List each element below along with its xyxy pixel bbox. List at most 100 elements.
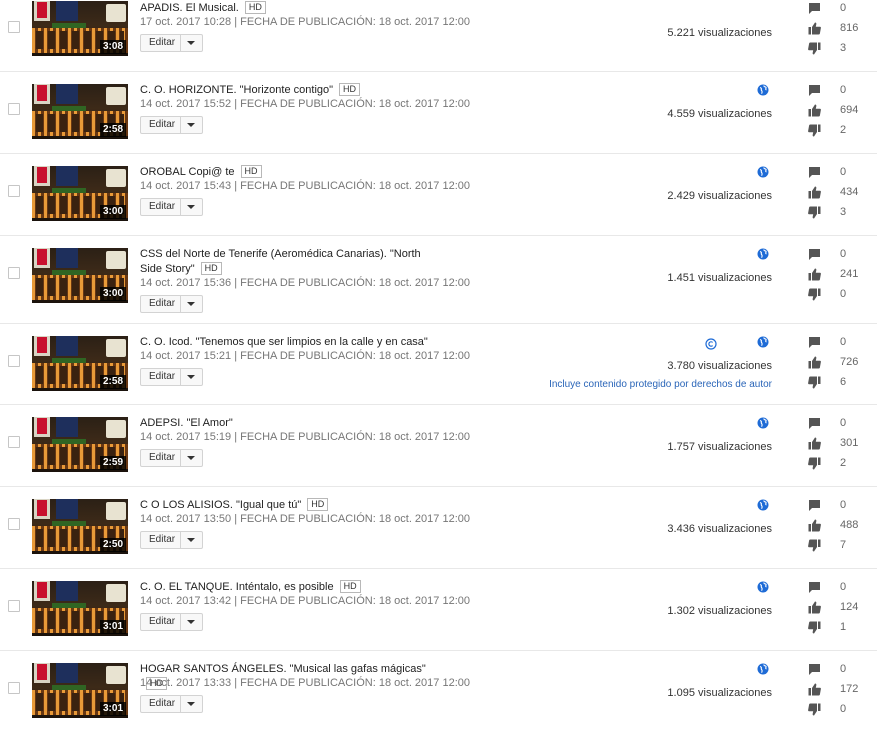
video-duration: 2:59: [99, 456, 126, 470]
video-thumbnail[interactable]: 3:01: [32, 663, 128, 718]
select-checkbox[interactable]: [8, 682, 20, 694]
like-count: 301: [840, 437, 859, 449]
thumbs-up-icon: [808, 601, 821, 614]
select-checkbox[interactable]: [8, 185, 20, 197]
comment-icon: [808, 248, 821, 261]
globe-icon[interactable]: [757, 165, 769, 178]
video-thumbnail[interactable]: 2:58: [32, 84, 128, 139]
thumbs-up-icon: [808, 683, 821, 696]
video-title-text[interactable]: C O LOS ALISIOS. "Igual que tú": [140, 499, 301, 511]
video-title[interactable]: APADIS. El Musical. HD: [140, 1, 440, 16]
globe-icon[interactable]: [757, 498, 769, 511]
select-checkbox[interactable]: [8, 600, 20, 612]
edit-button[interactable]: Editar: [140, 695, 203, 713]
video-title[interactable]: C. O. HORIZONTE. "Horizonte contigo" HD: [140, 83, 440, 98]
video-title-text[interactable]: APADIS. El Musical.: [140, 2, 239, 14]
hd-badge: HD: [240, 165, 262, 178]
video-title-text[interactable]: C. O. EL TANQUE. Inténtalo, es posible: [140, 581, 334, 593]
edit-button-divider: [180, 450, 181, 466]
caret-down-icon[interactable]: [187, 620, 195, 624]
select-checkbox[interactable]: [8, 518, 20, 530]
video-title[interactable]: C O LOS ALISIOS. "Igual que tú" HD: [140, 498, 440, 513]
edit-button[interactable]: Editar: [140, 295, 203, 313]
video-title-text[interactable]: CSS del Norte de Tenerife (Aeromédica Ca…: [140, 248, 421, 275]
edit-button[interactable]: Editar: [140, 449, 203, 467]
video-title[interactable]: CSS del Norte de Tenerife (Aeromédica Ca…: [140, 247, 440, 277]
video-title[interactable]: C. O. EL TANQUE. Inténtalo, es posible HD: [140, 580, 440, 595]
video-duration: 2:58: [99, 375, 126, 389]
video-title-text[interactable]: ADEPSI. "El Amor": [140, 417, 233, 429]
caret-down-icon[interactable]: [187, 302, 195, 306]
edit-button[interactable]: Editar: [140, 368, 203, 386]
video-row: 2:58 C. O. Icod. "Tenemos que ser limpios…: [0, 324, 877, 405]
caret-down-icon[interactable]: [187, 205, 195, 209]
globe-icon[interactable]: [757, 247, 769, 260]
thumbs-up-icon: [808, 356, 821, 369]
dislike-count: 2: [840, 124, 847, 136]
copyright-icon[interactable]: [705, 337, 717, 350]
caret-down-icon[interactable]: [187, 375, 195, 379]
comment-icon: [808, 663, 821, 676]
globe-icon[interactable]: [757, 662, 769, 675]
edit-button-label: Editar: [149, 534, 176, 545]
caret-down-icon[interactable]: [187, 41, 195, 45]
caret-down-icon[interactable]: [187, 123, 195, 127]
view-count: 1.451 visualizaciones: [667, 272, 772, 284]
video-thumbnail[interactable]: 3:01: [32, 581, 128, 636]
globe-icon[interactable]: [757, 83, 769, 96]
edit-button[interactable]: Editar: [140, 613, 203, 631]
video-title-text[interactable]: OROBAL Copi@ te: [140, 166, 235, 178]
globe-icon[interactable]: [757, 416, 769, 429]
edit-button-divider: [180, 369, 181, 385]
video-thumbnail[interactable]: 2:59: [32, 417, 128, 472]
globe-icon[interactable]: [757, 335, 769, 348]
hd-badge: HD: [244, 1, 266, 14]
edit-button-label: Editar: [149, 698, 176, 709]
select-checkbox[interactable]: [8, 267, 20, 279]
globe-icon[interactable]: [757, 580, 769, 593]
thumbs-down-icon: [808, 621, 821, 634]
video-title-text[interactable]: C. O. Icod. "Tenemos que ser limpios en …: [140, 336, 428, 348]
like-count: 694: [840, 104, 859, 116]
video-title-text[interactable]: HOGAR SANTOS ÁNGELES. "Musical las gafas…: [140, 663, 426, 675]
dislike-count: 2: [840, 457, 847, 469]
edit-button-label: Editar: [149, 452, 176, 463]
caret-down-icon[interactable]: [187, 538, 195, 542]
video-duration: 3:08: [99, 40, 126, 54]
video-dates: 14 oct. 2017 15:19 | FECHA DE PUBLICACIÓ…: [140, 431, 470, 443]
edit-button[interactable]: Editar: [140, 531, 203, 549]
video-title[interactable]: C. O. Icod. "Tenemos que ser limpios en …: [140, 335, 440, 350]
video-thumbnail[interactable]: 2:50: [32, 499, 128, 554]
video-thumbnail[interactable]: 2:58: [32, 336, 128, 391]
thumbs-down-icon: [808, 539, 821, 552]
edit-button[interactable]: Editar: [140, 198, 203, 216]
dislike-count: 3: [840, 42, 847, 54]
select-checkbox[interactable]: [8, 436, 20, 448]
thumbs-up-icon: [808, 519, 821, 532]
caret-down-icon[interactable]: [187, 456, 195, 460]
video-title[interactable]: OROBAL Copi@ te HD: [140, 165, 440, 180]
select-checkbox[interactable]: [8, 21, 20, 33]
video-row: 3:01 HOGAR SANTOS ÁNGELES. "Musical las g…: [0, 651, 877, 733]
hd-badge: HD: [339, 580, 361, 593]
copyright-claim-link[interactable]: Incluye contenido protegido por derechos…: [549, 379, 772, 390]
edit-button[interactable]: Editar: [140, 116, 203, 134]
edit-button-divider: [180, 117, 181, 133]
video-duration: 2:58: [99, 123, 126, 137]
view-count: 1.302 visualizaciones: [667, 605, 772, 617]
video-thumbnail[interactable]: 3:00: [32, 166, 128, 221]
video-thumbnail[interactable]: 3:08: [32, 1, 128, 56]
video-title-text[interactable]: C. O. HORIZONTE. "Horizonte contigo": [140, 84, 333, 96]
edit-button[interactable]: Editar: [140, 34, 203, 52]
select-checkbox[interactable]: [8, 355, 20, 367]
caret-down-icon[interactable]: [187, 702, 195, 706]
comment-count: 0: [840, 248, 847, 260]
like-count: 816: [840, 22, 859, 34]
edit-button-label: Editar: [149, 37, 176, 48]
video-thumbnail[interactable]: 3:00: [32, 248, 128, 303]
thumbs-down-icon: [808, 206, 821, 219]
dislike-count: 0: [840, 288, 847, 300]
video-title[interactable]: ADEPSI. "El Amor": [140, 416, 440, 431]
select-checkbox[interactable]: [8, 103, 20, 115]
dislike-count: 3: [840, 206, 847, 218]
